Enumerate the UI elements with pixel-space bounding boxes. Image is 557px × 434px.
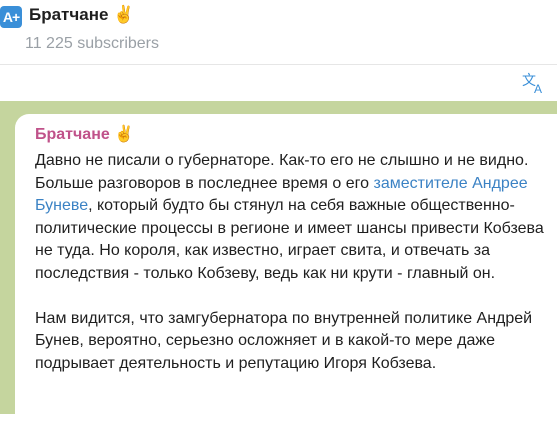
subscriber-count: 11 225 subscribers xyxy=(25,35,159,52)
channel-title-text: Братчане xyxy=(29,5,109,24)
message-text: Давно не писали о губернаторе. Как-то ег… xyxy=(35,150,550,375)
channel-title[interactable]: Братчане ✌️ xyxy=(29,5,134,25)
message-toolbar: 文 A xyxy=(0,65,557,101)
translate-icon: 文 A xyxy=(522,72,542,96)
channel-header: A+ Братчане ✌️ 11 225 subscribers xyxy=(0,0,557,65)
avatar-text: A+ xyxy=(2,9,20,25)
svg-text:A: A xyxy=(534,82,542,95)
message-sender[interactable]: Братчане ✌️ xyxy=(35,124,134,144)
channel-avatar[interactable]: A+ xyxy=(0,6,22,28)
victory-hand-emoji: ✌️ xyxy=(113,5,135,24)
message-paragraph-2: Нам видится, что замгубернатора по внутр… xyxy=(35,309,533,372)
sender-name: Братчане xyxy=(35,126,110,143)
message-paragraph-1: Давно не писали о губернаторе. Как-то ег… xyxy=(35,150,550,285)
p1-text-end: , который будто бы стянул на себя важные… xyxy=(35,197,544,282)
translate-button[interactable]: 文 A xyxy=(521,71,547,96)
sender-emoji: ✌️ xyxy=(114,126,135,143)
